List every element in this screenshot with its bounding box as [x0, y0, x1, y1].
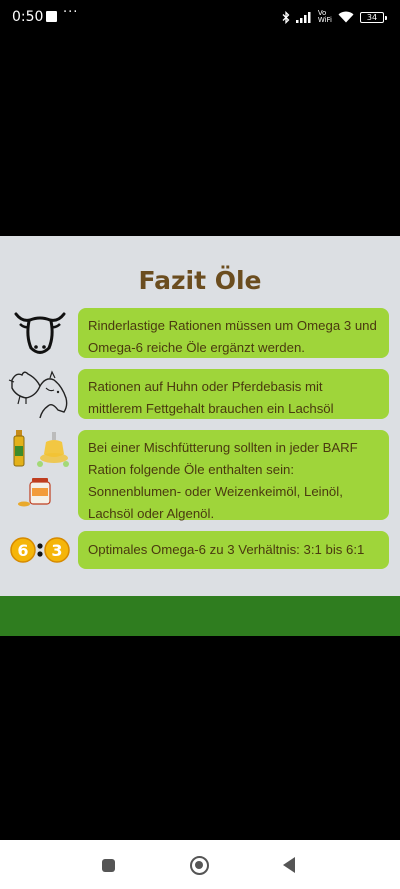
fact-box-beef: Rinderlastige Rationen müssen um Omega 3…	[78, 308, 389, 358]
fact-text-mixed-feeding: Bei einer Mischfütterung sollten in jede…	[88, 440, 358, 521]
notification-icon	[46, 11, 57, 22]
cow-head-icon	[14, 312, 66, 354]
bluetooth-icon	[282, 10, 290, 24]
status-bar: 0:50 ··· Vo WiFi 34	[0, 0, 400, 36]
fact-box-mixed-feeding: Bei einer Mischfütterung sollten in jede…	[78, 430, 389, 521]
presentation-slide: Fazit Öle Rinderlastige Rationen müssen …	[0, 236, 400, 596]
slide-title: Fazit Öle	[138, 266, 262, 295]
fact-text-ratio: Optimales Omega-6 zu 3 Verhältnis: 3:1 b…	[88, 542, 365, 557]
fact-text-chicken-horse: Rationen auf Huhn oder Pferdebasis mit m…	[88, 379, 334, 416]
ratio-6-3-icon: 6 3	[10, 537, 70, 563]
more-notifications-icon: ···	[63, 5, 79, 20]
recent-apps-button[interactable]	[102, 859, 115, 872]
vowifi-icon: Vo WiFi	[318, 10, 332, 24]
ratio-right-label: 3	[51, 541, 62, 560]
fact-box-chicken-horse: Rationen auf Huhn oder Pferdebasis mit m…	[78, 369, 389, 419]
fact-text-beef: Rinderlastige Rationen müssen um Omega 3…	[88, 318, 377, 355]
home-button[interactable]	[190, 856, 209, 875]
slide-footer-band	[0, 596, 400, 636]
signal-icon	[295, 12, 311, 23]
ratio-left-label: 6	[17, 541, 28, 560]
oil-bottles-icon	[13, 430, 69, 507]
battery-icon: 34	[360, 11, 387, 23]
status-time: 0:50	[12, 9, 44, 25]
status-icons: Vo WiFi 34	[282, 8, 387, 26]
battery-level: 34	[366, 12, 378, 22]
navigation-bar	[0, 840, 400, 889]
fact-box-ratio: Optimales Omega-6 zu 3 Verhältnis: 3:1 b…	[78, 531, 389, 569]
back-button[interactable]	[283, 857, 295, 873]
chicken-horse-icon	[8, 370, 68, 419]
wifi-icon	[338, 11, 354, 23]
vowifi-bottom-label: WiFi	[317, 16, 332, 24]
